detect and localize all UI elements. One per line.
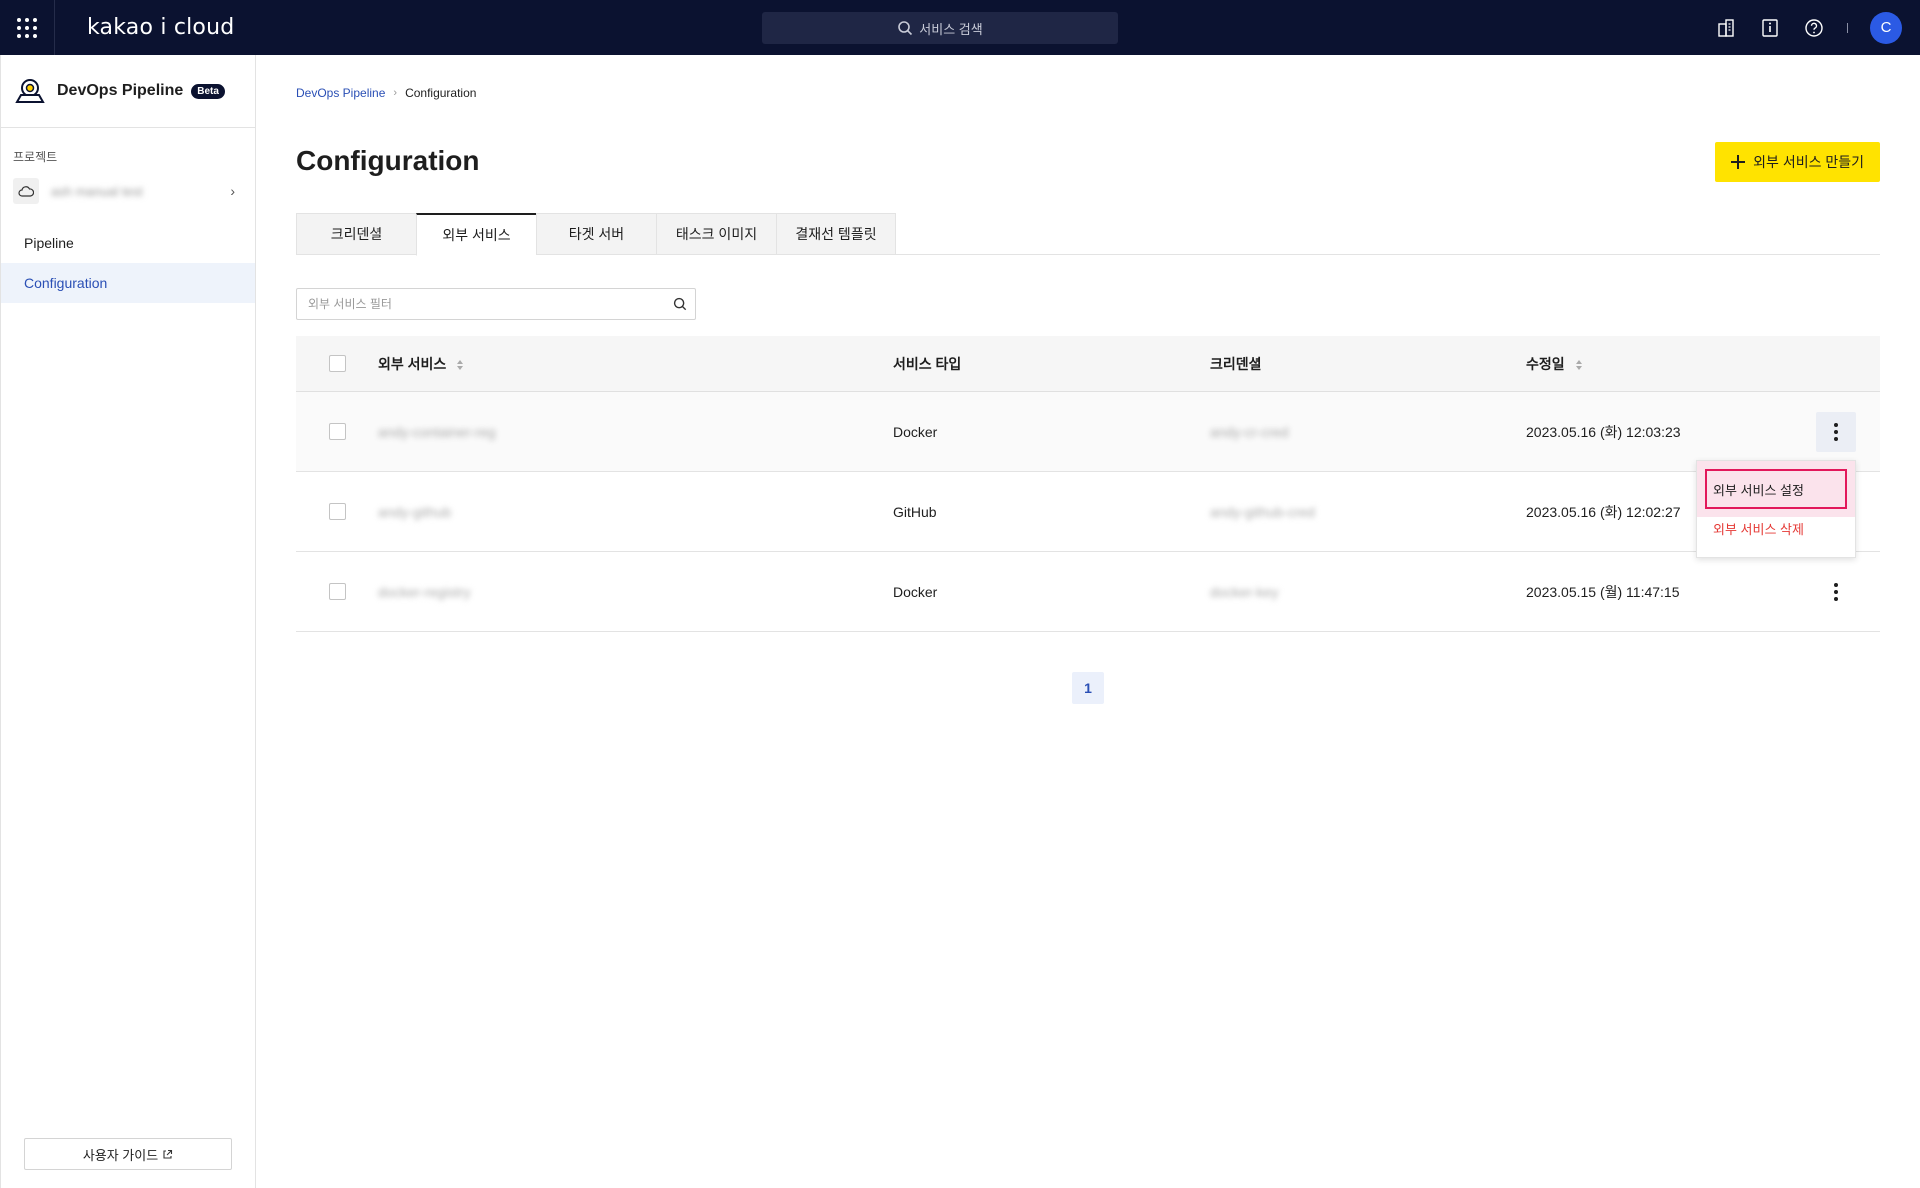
sidebar: DevOps Pipeline Beta 프로젝트 ash manual tes… (0, 55, 256, 1188)
tab-external-service[interactable]: 외부 서비스 (416, 213, 536, 256)
apps-menu-button[interactable] (0, 0, 55, 55)
row-modified: 2023.05.15 (월) 11:47:15 (1526, 583, 1680, 600)
header-credential: 크리덴셜 (1210, 355, 1262, 372)
row-checkbox[interactable] (328, 423, 346, 440)
row-credential: andy-github-cred (1210, 503, 1316, 520)
sidebar-item-configuration[interactable]: Configuration (1, 263, 255, 303)
main-content: DevOps Pipeline › Configuration Configur… (296, 55, 1880, 704)
row-more-button[interactable] (1816, 412, 1856, 452)
row-type: Docker (893, 583, 938, 600)
top-bar: kakao i cloud 서비스 검색 C (0, 0, 1920, 55)
row-checkbox[interactable] (328, 583, 346, 600)
more-vertical-icon (1834, 423, 1838, 441)
row-name: andy-container-reg (378, 423, 496, 440)
create-button-label: 외부 서비스 만들기 (1753, 154, 1864, 170)
breadcrumb-root-link[interactable]: DevOps Pipeline (296, 86, 385, 100)
menu-item-edit-external-service[interactable]: 외부 서비스 설정 (1697, 461, 1855, 517)
project-selector[interactable]: ash manual test › (13, 177, 243, 205)
sidebar-item-label: Configuration (24, 275, 108, 291)
sidebar-header: DevOps Pipeline Beta (1, 55, 255, 128)
chevron-right-icon: › (393, 87, 398, 99)
row-credential: docker-key (1210, 583, 1279, 600)
external-service-table: 외부 서비스 서비스 타입 크리덴셜 수정일 andy-container-re… (296, 336, 1880, 632)
project-name: ash manual test (51, 183, 143, 199)
external-service-filter (296, 288, 696, 320)
user-avatar[interactable]: C (1870, 11, 1902, 44)
kakao-cloud-logo[interactable]: kakao i cloud (87, 15, 234, 40)
external-link-icon (163, 1149, 173, 1159)
tab-approval-template[interactable]: 결재선 템플릿 (776, 213, 896, 255)
table-row[interactable]: andy-github GitHub andy-github-cred 2023… (296, 472, 1880, 552)
row-action-menu: 외부 서비스 설정 외부 서비스 삭제 (1696, 460, 1856, 558)
service-title: DevOps Pipeline (57, 82, 184, 99)
row-name: docker-registry (378, 583, 471, 600)
table-header: 외부 서비스 서비스 타입 크리덴셜 수정일 (296, 336, 1880, 392)
info-document-icon[interactable] (1759, 17, 1781, 39)
tab-target-server[interactable]: 타겟 서버 (536, 213, 656, 255)
sidebar-item-label: Pipeline (24, 235, 74, 251)
user-guide-label: 사용자 가이드 (82, 1147, 159, 1163)
menu-item-delete-external-service[interactable]: 외부 서비스 삭제 (1697, 517, 1855, 547)
global-search-placeholder: 서비스 검색 (919, 21, 983, 37)
sort-icon (457, 359, 464, 370)
row-modified: 2023.05.16 (화) 12:03:23 (1526, 423, 1681, 440)
tab-task-image[interactable]: 태스크 이미지 (656, 213, 776, 255)
row-credential: andy-cr-cred (1210, 423, 1289, 440)
search-icon (898, 21, 913, 36)
filter-input[interactable] (297, 289, 665, 319)
sort-icon (1575, 359, 1582, 370)
breadcrumb: DevOps Pipeline › Configuration (296, 86, 1880, 100)
global-search[interactable]: 서비스 검색 (762, 12, 1118, 44)
config-tabs: 크리덴셜 외부 서비스 타겟 서버 태스크 이미지 결재선 템플릿 (296, 213, 1880, 256)
header-modified[interactable]: 수정일 (1526, 354, 1583, 374)
help-icon[interactable] (1803, 17, 1825, 39)
header-name[interactable]: 외부 서비스 (378, 354, 464, 374)
create-external-service-button[interactable]: 외부 서비스 만들기 (1715, 142, 1880, 182)
pagination-page-1[interactable]: 1 (1072, 672, 1104, 704)
tab-credential[interactable]: 크리덴셜 (296, 213, 416, 255)
row-more-button[interactable] (1816, 572, 1856, 612)
row-modified: 2023.05.16 (화) 12:02:27 (1526, 503, 1681, 520)
row-type: Docker (893, 423, 938, 440)
search-icon[interactable] (665, 297, 695, 311)
select-all-checkbox[interactable] (328, 355, 346, 372)
cloud-icon (13, 178, 39, 204)
sidebar-item-pipeline[interactable]: Pipeline (1, 223, 255, 263)
apps-grid-icon (17, 17, 37, 38)
table-row[interactable]: andy-container-reg Docker andy-cr-cred 2… (296, 392, 1880, 472)
more-vertical-icon (1834, 583, 1838, 601)
building-icon[interactable] (1715, 17, 1737, 39)
menu-item-label: 외부 서비스 설정 (1705, 469, 1847, 509)
row-name: andy-github (378, 503, 452, 520)
header-type: 서비스 타입 (893, 355, 962, 372)
page-title: Configuration (296, 145, 480, 176)
project-section-label: 프로젝트 (13, 150, 58, 164)
devops-pipeline-icon (15, 79, 45, 103)
chevron-right-icon: › (230, 183, 235, 199)
user-guide-button[interactable]: 사용자 가이드 (24, 1138, 232, 1170)
row-type: GitHub (893, 503, 937, 520)
table-row[interactable]: docker-registry Docker docker-key 2023.0… (296, 552, 1880, 632)
breadcrumb-current: Configuration (405, 86, 477, 100)
beta-badge: Beta (191, 83, 225, 99)
topbar-divider (1847, 22, 1848, 33)
plus-icon (1731, 155, 1746, 169)
row-checkbox[interactable] (328, 503, 346, 520)
